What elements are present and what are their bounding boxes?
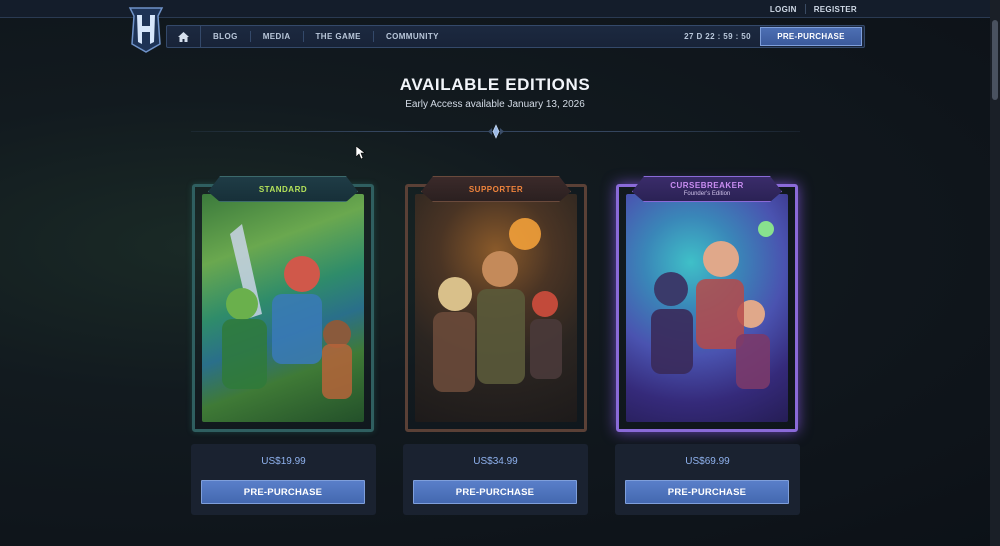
diamond-icon — [484, 124, 508, 139]
mouse-cursor-icon — [355, 145, 366, 160]
pre-purchase-button-cursebreaker[interactable]: PRE-PURCHASE — [625, 480, 789, 504]
card-frame — [405, 184, 587, 432]
nav-the-game[interactable]: THE GAME — [304, 31, 374, 42]
edition-price: US$69.99 — [685, 456, 730, 467]
edition-banner: STANDARD — [208, 176, 358, 202]
page-subtitle: Early Access available January 13, 2026 — [405, 99, 585, 110]
nav-blog[interactable]: BLOG — [201, 31, 251, 42]
card-frame — [616, 184, 798, 432]
edition-subtitle: Founder's Edition — [683, 191, 731, 197]
page-scrollbar[interactable] — [990, 0, 1000, 546]
home-button[interactable] — [167, 26, 201, 47]
edition-name: CURSEBREAKER — [670, 181, 744, 190]
edition-artwork — [202, 194, 364, 422]
register-link[interactable]: REGISTER — [806, 5, 865, 14]
edition-price: US$19.99 — [261, 456, 306, 467]
account-links: LOGIN REGISTER — [762, 0, 865, 18]
login-link[interactable]: LOGIN — [762, 5, 805, 14]
edition-artwork — [626, 194, 788, 422]
scrollbar-thumb[interactable] — [992, 20, 998, 100]
main-nav: BLOG MEDIA THE GAME COMMUNITY 27 D 22 : … — [166, 25, 865, 48]
site-logo[interactable] — [126, 6, 166, 54]
page-title: AVAILABLE EDITIONS — [399, 75, 591, 94]
edition-name: STANDARD — [258, 184, 308, 194]
nav-pre-purchase-button[interactable]: PRE-PURCHASE — [760, 27, 862, 46]
countdown-timer: 27 D 22 : 59 : 50 — [684, 32, 751, 41]
edition-price: US$34.99 — [473, 456, 518, 467]
nav-community[interactable]: COMMUNITY — [374, 31, 451, 42]
edition-card-supporter[interactable]: SUPPORTER — [405, 176, 587, 432]
edition-banner: SUPPORTER — [421, 176, 571, 202]
home-icon — [178, 31, 189, 42]
pre-purchase-button-standard[interactable]: PRE-PURCHASE — [201, 480, 365, 504]
edition-card-standard[interactable]: STANDARD — [192, 176, 374, 432]
edition-card-cursebreaker[interactable]: CURSEBREAKER Founder's Edition — [616, 176, 798, 432]
feather-icon — [496, 540, 508, 546]
card-frame — [192, 184, 374, 432]
edition-banner: CURSEBREAKER Founder's Edition — [632, 176, 782, 202]
price-panel-supporter: US$34.99 PRE-PURCHASE — [403, 444, 588, 515]
edition-artwork — [415, 194, 577, 422]
price-panel-cursebreaker: US$69.99 PRE-PURCHASE — [615, 444, 800, 515]
pre-purchase-button-supporter[interactable]: PRE-PURCHASE — [413, 480, 577, 504]
price-panel-standard: US$19.99 PRE-PURCHASE — [191, 444, 376, 515]
nav-media[interactable]: MEDIA — [251, 31, 304, 42]
edition-name: SUPPORTER — [468, 184, 524, 194]
